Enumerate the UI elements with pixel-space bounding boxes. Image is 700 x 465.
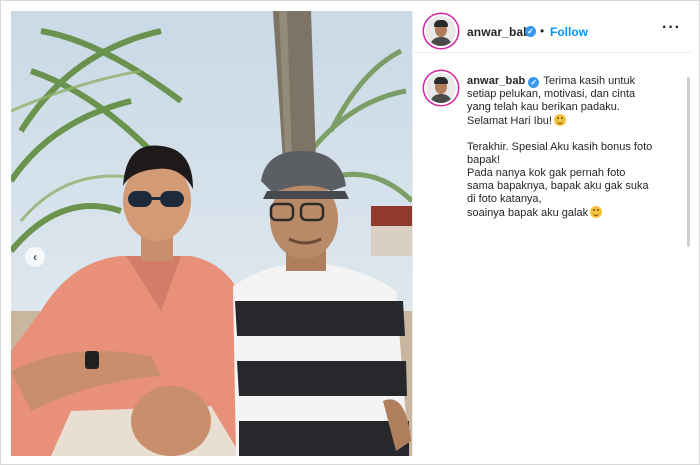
more-options-icon[interactable]: ··· [662,19,681,37]
caption-line: soainya bapak aku galak [467,206,685,220]
carousel-prev-button[interactable]: ‹ [25,247,45,267]
verified-badge-icon: ✓ [528,77,540,88]
grinning-face-emoji [590,206,603,218]
caption-line: yang telah kau berikan padaku. [467,101,620,113]
comments-scrollbar[interactable] [687,77,690,247]
author-username[interactable]: anwar_bab [467,25,531,39]
author-avatar[interactable] [426,16,456,46]
post-sidebar: anwar_bab ✓ • Follow ··· anwar_bab ✓ Terim… [412,11,693,456]
caption-line: sama bapaknya, bapak aku gak suka [467,180,649,192]
caption-text-line: Selamat Hari Ibu! [467,115,552,127]
caption-line: Terakhir. Spesial Aku kasih bonus foto [467,141,653,153]
caption-line: Selamat Hari Ibu! [467,114,685,128]
post-photo[interactable]: ‹ [11,11,412,456]
caption-line: anwar_bab ✓ Terima kasih untuk [467,75,685,88]
caption-line: Pada nanya kok gak pernah foto [467,167,626,179]
photo-illustration [11,11,412,456]
caption-username[interactable]: anwar_bab [467,75,525,87]
caption-comment: anwar_bab ✓ Terima kasih untuk setiap pelu… [413,67,693,257]
caption-avatar[interactable] [426,73,456,103]
smiling-face-hearts-emoji [553,114,566,126]
separator-dot: • [540,24,545,38]
follow-button[interactable]: Follow [550,25,588,39]
caption-text-line: soainya bapak aku galak [467,207,589,219]
caption-line: di foto katanya, [467,193,542,205]
post-frame: ‹ anwar_bab ✓ • Follow ··· anwar_bab ✓ Ter… [0,0,700,465]
post-header: anwar_bab ✓ • Follow ··· [413,11,693,53]
caption-line: bapak! [467,154,501,166]
caption-text-line: Terima kasih untuk [543,75,636,87]
caption-text: anwar_bab ✓ Terima kasih untuk setiap pelu… [467,75,685,220]
verified-badge-icon: ✓ [525,26,536,37]
caption-line: setiap pelukan, motivasi, dan cinta [467,88,636,100]
